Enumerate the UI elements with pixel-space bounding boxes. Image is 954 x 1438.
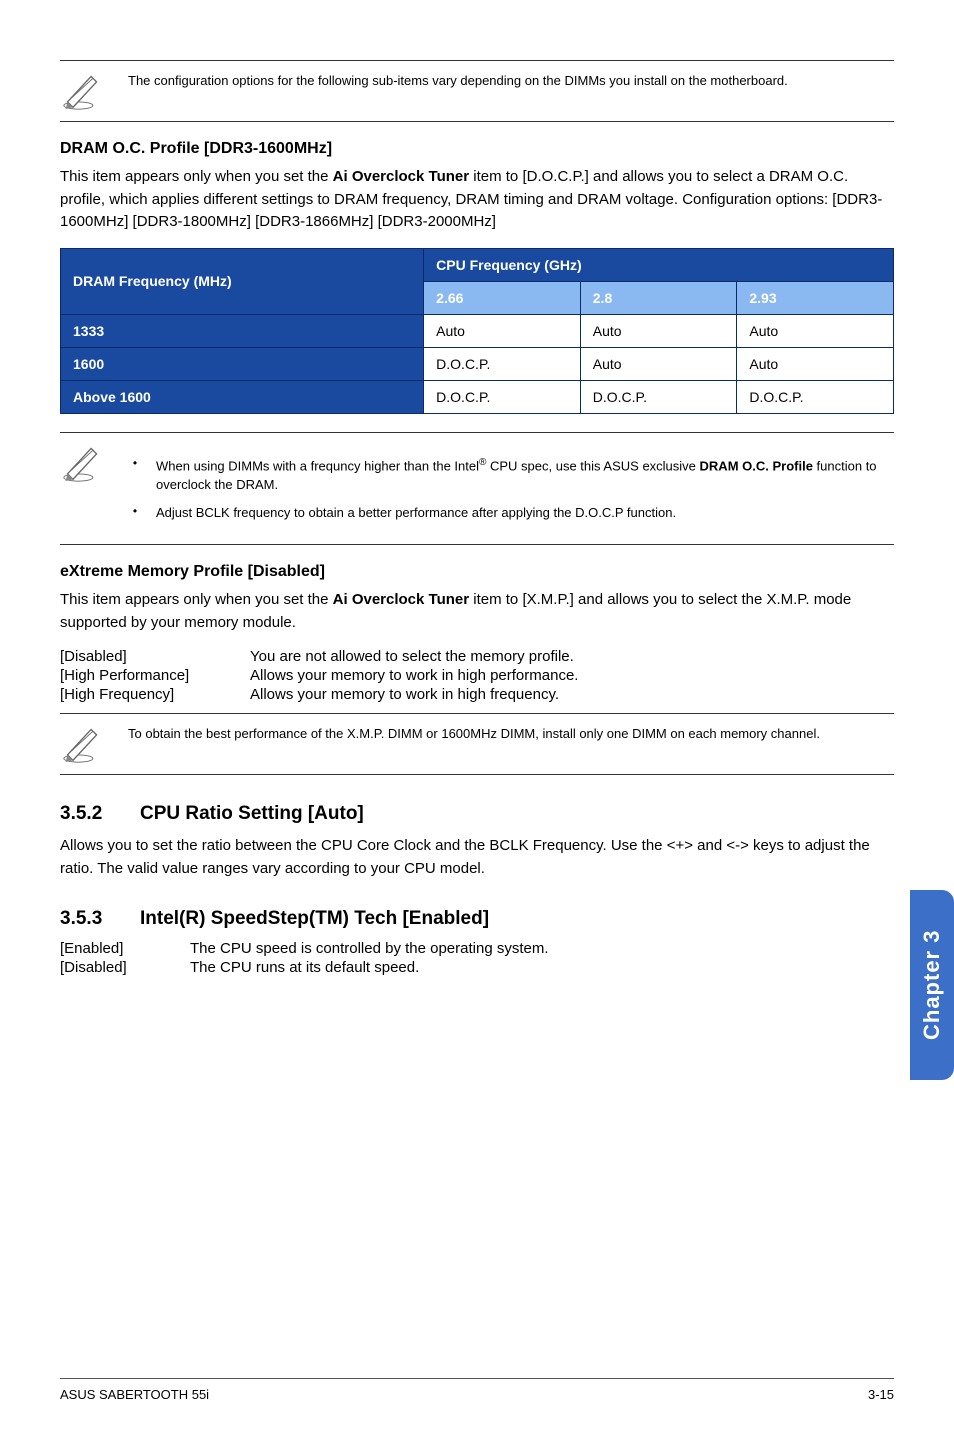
cell: D.O.C.P. (424, 347, 581, 380)
row-label: Above 1600 (61, 380, 424, 413)
cell: Auto (737, 347, 894, 380)
table-row: Above 1600 D.O.C.P. D.O.C.P. D.O.C.P. (61, 380, 894, 413)
option-key: [Disabled] (60, 959, 190, 976)
para-xmp: This item appears only when you set the … (60, 589, 894, 634)
option-value: Allows your memory to work in high frequ… (250, 686, 894, 703)
heading-3-5-2: 3.5.2 CPU Ratio Setting [Auto] (60, 803, 894, 825)
option-key: [High Performance] (60, 667, 250, 684)
section-number: 3.5.3 (60, 908, 140, 930)
row-label: 1333 (61, 314, 424, 347)
option-key: [Disabled] (60, 648, 250, 665)
option-value: Allows your memory to work in high perfo… (250, 667, 894, 684)
col-2-8: 2.8 (580, 281, 737, 314)
pencil-icon (60, 724, 104, 764)
cell: D.O.C.P. (424, 380, 581, 413)
bullet-item: • Adjust BCLK frequency to obtain a bett… (128, 503, 894, 523)
bullet-text: Adjust BCLK frequency to obtain a better… (156, 503, 894, 523)
page-footer: ASUS SABERTOOTH 55i 3-15 (60, 1378, 894, 1402)
chapter-side-tab: Chapter 3 (910, 890, 954, 1080)
section-title: Intel(R) SpeedStep(TM) Tech [Enabled] (140, 908, 489, 930)
footer-page-number: 3-15 (868, 1387, 894, 1402)
note-xmp: To obtain the best performance of the X.… (60, 713, 894, 775)
section-number: 3.5.2 (60, 803, 140, 825)
cell: Auto (580, 314, 737, 347)
col-2-66: 2.66 (424, 281, 581, 314)
table-row: 1333 Auto Auto Auto (61, 314, 894, 347)
heading-3-5-3: 3.5.3 Intel(R) SpeedStep(TM) Tech [Enabl… (60, 908, 894, 930)
note-text: The configuration options for the follow… (128, 71, 894, 91)
bullet-text: When using DIMMs with a frequncy higher … (156, 455, 894, 495)
footer-product: ASUS SABERTOOTH 55i (60, 1387, 209, 1402)
heading-dram-profile: DRAM O.C. Profile [DDR3-1600MHz] (60, 140, 894, 158)
bullet-dot-icon: • (128, 455, 142, 495)
option-value: The CPU speed is controlled by the opera… (190, 940, 894, 957)
cell: Auto (580, 347, 737, 380)
note-dram-bullets: • When using DIMMs with a frequncy highe… (60, 432, 894, 546)
note-config-options: The configuration options for the follow… (60, 60, 894, 122)
option-row: [Disabled] The CPU runs at its default s… (60, 959, 894, 976)
para-3-5-2: Allows you to set the ratio between the … (60, 835, 894, 880)
bullet-item: • When using DIMMs with a frequncy highe… (128, 455, 894, 495)
para-dram-profile: This item appears only when you set the … (60, 166, 894, 234)
option-row: [High Performance] Allows your memory to… (60, 667, 894, 684)
option-row: [High Frequency] Allows your memory to w… (60, 686, 894, 703)
option-key: [Enabled] (60, 940, 190, 957)
cell: Auto (737, 314, 894, 347)
row-label: 1600 (61, 347, 424, 380)
cell: Auto (424, 314, 581, 347)
cell: D.O.C.P. (737, 380, 894, 413)
table-col-header-label: CPU Frequency (GHz) (424, 248, 894, 281)
heading-xmp: eXtreme Memory Profile [Disabled] (60, 563, 894, 581)
col-2-93: 2.93 (737, 281, 894, 314)
cell: D.O.C.P. (580, 380, 737, 413)
table-row-header-label: DRAM Frequency (MHz) (61, 248, 424, 314)
option-value: You are not allowed to select the memory… (250, 648, 894, 665)
bullet-dot-icon: • (128, 503, 142, 523)
option-row: [Enabled] The CPU speed is controlled by… (60, 940, 894, 957)
section-title: CPU Ratio Setting [Auto] (140, 803, 364, 825)
table-row: 1600 D.O.C.P. Auto Auto (61, 347, 894, 380)
option-value: The CPU runs at its default speed. (190, 959, 894, 976)
note-text: To obtain the best performance of the X.… (128, 724, 894, 744)
option-row: [Disabled] You are not allowed to select… (60, 648, 894, 665)
pencil-icon (60, 443, 104, 483)
pencil-icon (60, 71, 104, 111)
dram-cpu-table: DRAM Frequency (MHz) CPU Frequency (GHz)… (60, 248, 894, 414)
option-key: [High Frequency] (60, 686, 250, 703)
